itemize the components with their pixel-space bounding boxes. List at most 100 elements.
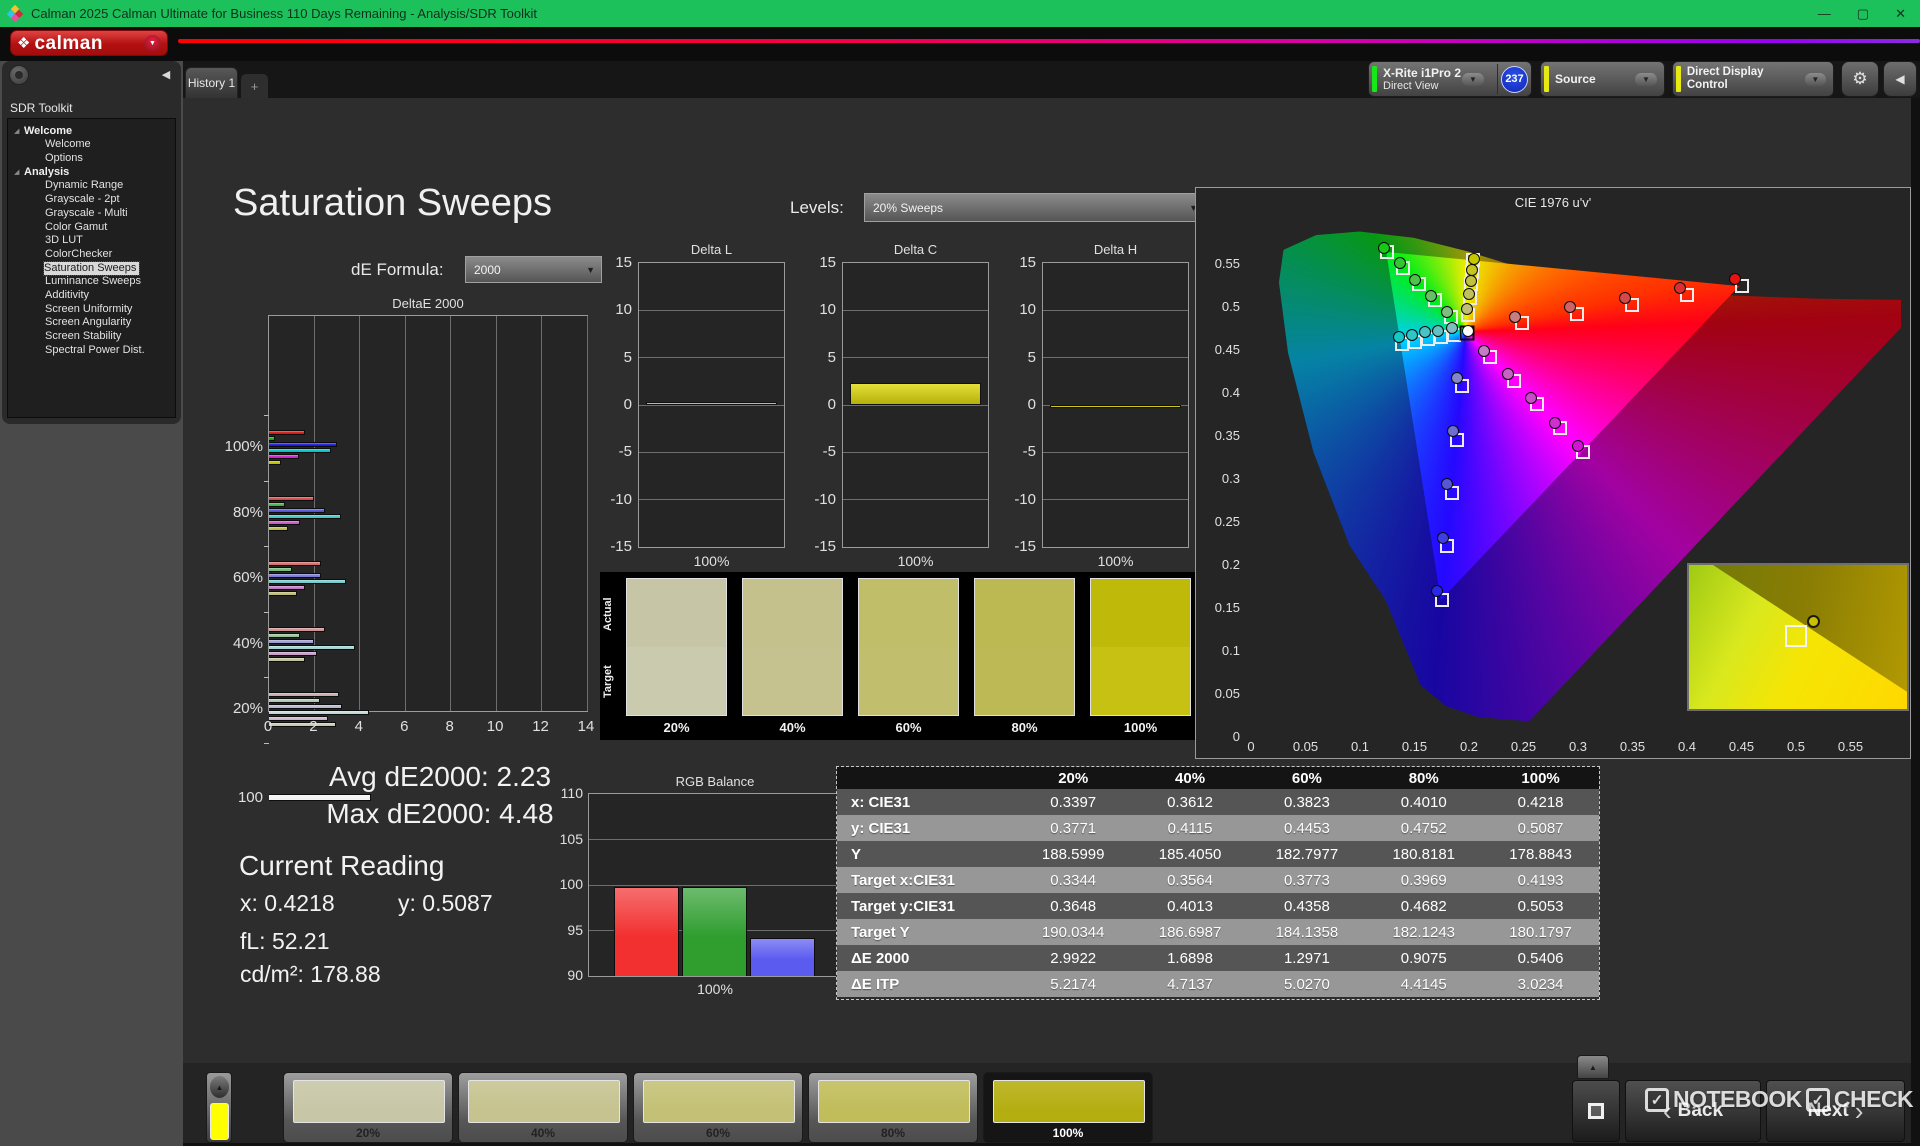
- source-dropdown[interactable]: Source ▼: [1540, 61, 1665, 97]
- grid-line: [843, 309, 988, 311]
- tree-expander-icon[interactable]: ◢: [14, 127, 19, 135]
- row-label: x: CIE31: [851, 793, 911, 811]
- bar: [646, 402, 777, 405]
- table-cell: 1.6898: [1167, 949, 1213, 967]
- workflow-tree: ◢ Welcome Welcome Options ◢ Analysis Dynamic R…: [7, 118, 176, 418]
- source-status-bar: [1544, 66, 1549, 92]
- sidebar-item-luminance-sweeps[interactable]: Luminance Sweeps: [45, 275, 175, 289]
- pattern-preview-swatch[interactable]: [210, 1103, 229, 1140]
- nav-up-button[interactable]: ▲: [1577, 1055, 1609, 1079]
- settings-button[interactable]: ⚙: [1841, 61, 1879, 97]
- bar: [269, 442, 338, 447]
- y-tick-label: -5: [1022, 443, 1036, 461]
- de-formula-dropdown[interactable]: 2000 ▼: [465, 256, 602, 283]
- sidebar-item-screen-stability[interactable]: Screen Stability: [45, 330, 175, 344]
- tab-history-1[interactable]: History 1: [185, 67, 238, 98]
- sidebar-collapse-button[interactable]: ◀: [157, 65, 175, 83]
- display-control-dropdown[interactable]: Direct Display Control ▼: [1672, 61, 1834, 97]
- cie-measured-marker: [1441, 306, 1454, 319]
- table-row: x: CIE31 0.3397 0.3612 0.3823 0.4010 0.4218: [837, 789, 1599, 815]
- next-button[interactable]: Next ›: [1766, 1080, 1905, 1142]
- add-tab-button[interactable]: +: [241, 74, 268, 98]
- calman-menu-button[interactable]: ❖ calman ▼: [10, 30, 168, 56]
- tree-expander-icon[interactable]: ◢: [14, 168, 19, 176]
- stop-button[interactable]: [1572, 1080, 1620, 1142]
- sidebar-item-additivity[interactable]: Additivity: [45, 289, 175, 303]
- y-tick-label: 10: [615, 301, 632, 319]
- table-cell: 4.7137: [1167, 975, 1213, 993]
- table-cell: 0.3564: [1167, 871, 1213, 889]
- pattern-button-60%[interactable]: 60%: [633, 1072, 803, 1143]
- sidebar-item-spectral-power-dist-[interactable]: Spectral Power Dist.: [45, 344, 175, 358]
- table-cell: 0.4115: [1167, 819, 1213, 837]
- cie-measured-marker: [1467, 252, 1480, 265]
- table-cell: 182.1243: [1392, 923, 1456, 941]
- square-icon: [1588, 1103, 1604, 1119]
- y-tick-label: 0.1: [1221, 643, 1240, 658]
- tree-section-analysis[interactable]: ◢ Analysis: [8, 165, 175, 179]
- pattern-button-40%[interactable]: 40%: [458, 1072, 628, 1143]
- table-cell: 0.5053: [1517, 897, 1564, 915]
- sidebar-item-options[interactable]: Options: [45, 152, 175, 166]
- sidebar-item-grayscale-multi[interactable]: Grayscale - Multi: [45, 207, 175, 221]
- y-tick-label: -10: [814, 490, 836, 508]
- cie-measured-marker: [1461, 303, 1474, 316]
- bar: [269, 495, 315, 501]
- sidebar-item-welcome[interactable]: Welcome: [45, 138, 175, 152]
- table-cell: 0.4682: [1400, 897, 1447, 915]
- table-cell: 0.3773: [1283, 871, 1330, 889]
- sidebar-pin-button[interactable]: [9, 65, 29, 85]
- back-button[interactable]: ‹ Back: [1625, 1080, 1761, 1142]
- x-tick-label: 6: [400, 718, 409, 735]
- sidebar-item-screen-uniformity[interactable]: Screen Uniformity: [45, 303, 175, 317]
- bar-green: [682, 886, 747, 976]
- table-cell: 186.6987: [1158, 923, 1222, 941]
- delta-chart-l: [638, 262, 785, 548]
- close-icon[interactable]: ✕: [1895, 6, 1906, 22]
- sidebar-item-grayscale-2pt[interactable]: Grayscale - 2pt: [45, 193, 175, 207]
- bar: [850, 382, 981, 405]
- sidebar-item-colorchecker[interactable]: ColorChecker: [45, 248, 175, 262]
- meter-count-badge[interactable]: 237: [1501, 65, 1528, 93]
- cie-measured-marker: [1674, 282, 1687, 295]
- pattern-button-100%[interactable]: 100%: [983, 1072, 1153, 1143]
- actual-swatch: [1091, 579, 1190, 647]
- sidebar-item-saturation-sweeps[interactable]: Saturation Sweeps: [42, 260, 141, 277]
- color-swatch: [1090, 578, 1191, 716]
- meter-dropdown[interactable]: X-Rite i1Pro 2 Direct View ▼ 237: [1368, 61, 1532, 97]
- grid-line: [843, 357, 988, 359]
- minimize-icon[interactable]: —: [1818, 6, 1831, 22]
- display-control-label: Direct Display Control: [1686, 66, 1764, 91]
- next-label: Next: [1807, 1100, 1849, 1121]
- y-tick-label: 0: [623, 396, 632, 413]
- maximize-icon[interactable]: ▢: [1857, 6, 1869, 22]
- table-cell: 0.4358: [1283, 897, 1330, 915]
- pattern-strip: ▲ 20% 40% 60% 80% 100% ▲ ‹ Back Next › ✓ NOT…: [183, 1055, 1914, 1143]
- bar: [269, 454, 299, 459]
- pattern-up-button[interactable]: ▲: [210, 1076, 229, 1098]
- bar-blue: [750, 937, 815, 976]
- collapse-panel-button[interactable]: ◀: [1883, 61, 1917, 97]
- cie-chart-title: CIE 1976 u'v': [1514, 195, 1592, 210]
- pattern-button-20%[interactable]: 20%: [283, 1072, 453, 1143]
- sidebar-item-dynamic-range[interactable]: Dynamic Range: [45, 179, 175, 193]
- sidebar-item-3d-lut[interactable]: 3D LUT: [45, 234, 175, 248]
- grid-line: [541, 316, 543, 711]
- pattern-button-80%[interactable]: 80%: [808, 1072, 978, 1143]
- bar: [269, 448, 332, 453]
- levels-dropdown[interactable]: 20% Sweeps ▼: [864, 193, 1205, 222]
- group-label: 100%: [224, 438, 263, 455]
- table-cell: 190.0344: [1041, 923, 1105, 941]
- table-cell: 180.1797: [1509, 923, 1572, 941]
- rgb-balance-xlabel: 100%: [697, 981, 733, 997]
- delta-chart-title: Delta H: [1093, 242, 1138, 257]
- y-tick-label: 5: [827, 348, 836, 366]
- levels-label: Levels:: [790, 198, 844, 217]
- table-cell: 0.3969: [1400, 871, 1447, 889]
- sidebar-item-color-gamut[interactable]: Color Gamut: [45, 221, 175, 235]
- table-row: ΔE 2000 2.9922 1.6898 1.2971 0.9075 0.5406: [837, 945, 1599, 971]
- row-label: Y: [851, 845, 862, 863]
- tree-section-welcome[interactable]: ◢ Welcome: [8, 124, 175, 138]
- sidebar-item-screen-angularity[interactable]: Screen Angularity: [45, 316, 175, 330]
- main-content: Saturation Sweeps dE Formula: 2000 ▼ Lev…: [183, 98, 1911, 1063]
